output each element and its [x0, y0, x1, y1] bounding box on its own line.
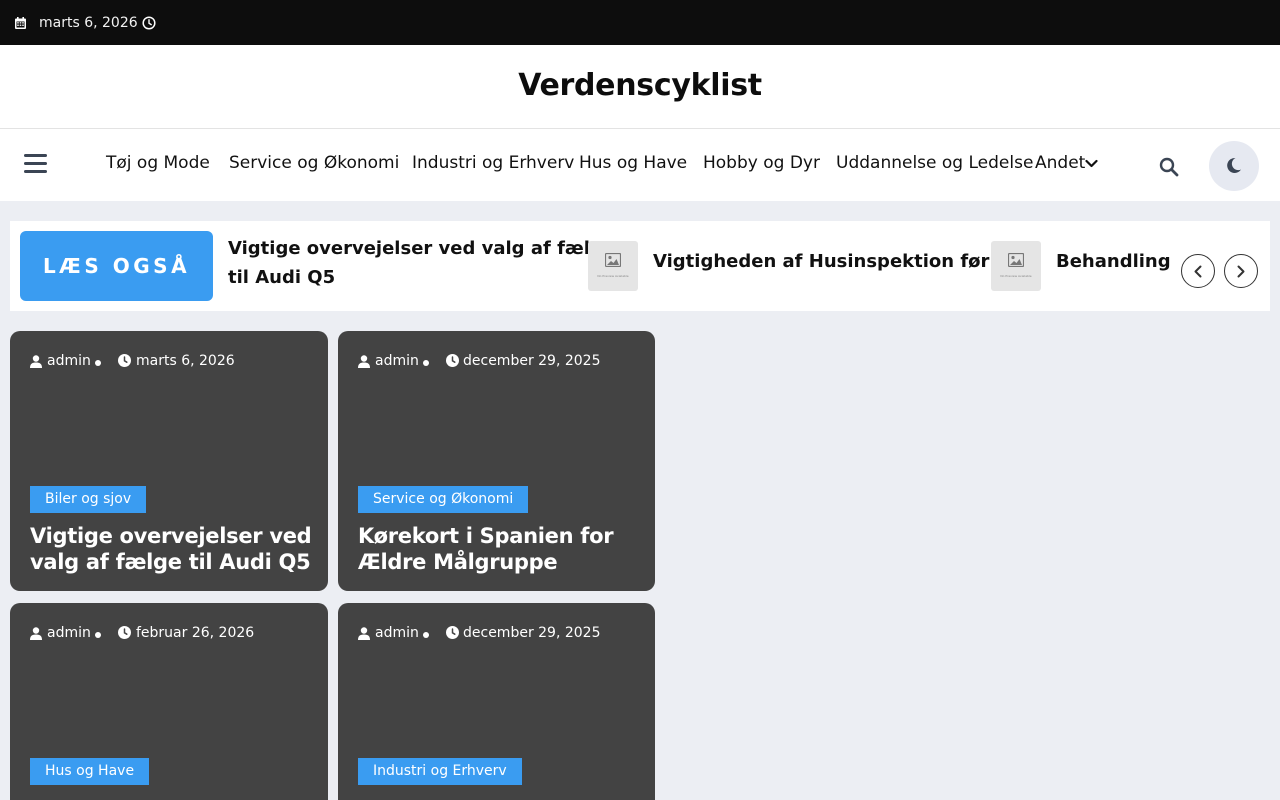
separator-dot — [423, 632, 429, 638]
ticker-item-title-line: Vigtige overvejelser ved valg af fælge — [228, 238, 616, 259]
chevron-down-icon[interactable] — [1085, 159, 1098, 169]
post-date[interactable]: februar 26, 2026 — [136, 625, 254, 641]
chevron-left-icon — [1194, 265, 1202, 278]
post-category-badge[interactable]: Service og Økonomi — [358, 486, 529, 513]
image-placeholder-icon — [1008, 253, 1024, 267]
separator-dot — [423, 360, 429, 366]
nav-item-andet[interactable]: Andet — [1035, 153, 1085, 173]
separator-dot — [95, 360, 101, 366]
chevron-right-icon — [1237, 265, 1245, 278]
post-author[interactable]: admin — [375, 625, 419, 641]
ticker-prev-button[interactable] — [1181, 254, 1215, 288]
separator-dot — [95, 632, 101, 638]
nav-item-hus-og-have[interactable]: Hus og Have — [579, 153, 687, 173]
ticker-item-thumbnail[interactable]: No Preview Available — [588, 241, 638, 291]
nav-item-uddannelse-og-ledelse[interactable]: Uddannelse og Ledelse — [836, 153, 1033, 173]
ticker-item-title[interactable]: Vigtige overvejelser ved valg af fælge t… — [228, 234, 615, 292]
user-icon — [358, 627, 370, 640]
calendar-icon — [15, 17, 26, 29]
post-title[interactable]: Vigtige overvejelser ved valg af fælge t… — [30, 523, 320, 575]
post-author[interactable]: admin — [47, 353, 91, 369]
clock-icon — [142, 16, 156, 30]
read-also-ticker: LÆS OGSÅ Vigtige overvejelser ved valg a… — [10, 221, 1270, 311]
user-icon — [30, 355, 42, 368]
post-date[interactable]: december 29, 2025 — [463, 625, 601, 641]
ticker-item-thumbnail[interactable]: No Preview Available — [991, 241, 1041, 291]
ticker-item-title[interactable]: Vigtigheden af Husinspektion før Køb — [653, 247, 1035, 276]
post-category-badge[interactable]: Biler og sjov — [30, 486, 147, 513]
clock-icon — [118, 354, 131, 367]
nav-item-service-og-okonomi[interactable]: Service og Økonomi — [229, 153, 399, 173]
clock-icon — [118, 626, 131, 639]
dark-mode-toggle[interactable] — [1209, 141, 1259, 191]
hamburger-menu-icon[interactable] — [24, 154, 47, 174]
user-icon — [30, 627, 42, 640]
post-card[interactable]: admin december 29, 2025 Service og Økono… — [338, 331, 655, 591]
ticker-item-title-line: til Audi Q5 — [228, 267, 336, 288]
post-card[interactable]: admin februar 26, 2026 Hus og Have — [10, 603, 328, 800]
user-icon — [358, 355, 370, 368]
post-author[interactable]: admin — [47, 625, 91, 641]
ticker-next-button[interactable] — [1224, 254, 1258, 288]
clock-icon — [446, 354, 459, 367]
post-category-badge[interactable]: Hus og Have — [30, 758, 150, 785]
nav-item-hobby-og-dyr[interactable]: Hobby og Dyr — [703, 153, 820, 173]
search-icon[interactable] — [1159, 157, 1179, 177]
image-placeholder-icon — [605, 253, 621, 267]
post-title[interactable]: Kørekort i Spanien for Ældre Målgruppe — [358, 523, 648, 575]
main-navigation: Tøj og Mode Service og Økonomi Industri … — [0, 129, 1280, 201]
no-preview-text: No Preview Available — [1000, 274, 1032, 278]
ticker-item-title[interactable]: Behandling af — [1056, 247, 1170, 276]
moon-icon — [1227, 157, 1241, 173]
site-header: Verdenscyklist — [0, 45, 1280, 129]
clock-icon — [446, 626, 459, 639]
post-date[interactable]: december 29, 2025 — [463, 353, 601, 369]
post-card[interactable]: admin december 29, 2025 Industri og Erhv… — [338, 603, 655, 800]
post-author[interactable]: admin — [375, 353, 419, 369]
post-card[interactable]: admin marts 6, 2026 Biler og sjov Vigtig… — [10, 331, 328, 591]
current-date: marts 6, 2026 — [39, 15, 138, 31]
site-title[interactable]: Verdenscyklist — [0, 68, 1280, 103]
top-bar: marts 6, 2026 — [0, 0, 1280, 45]
post-date[interactable]: marts 6, 2026 — [136, 353, 235, 369]
nav-item-toj-og-mode[interactable]: Tøj og Mode — [106, 153, 210, 173]
no-preview-text: No Preview Available — [597, 274, 629, 278]
read-also-label: LÆS OGSÅ — [20, 231, 213, 301]
nav-item-industri-og-erhverv[interactable]: Industri og Erhverv — [412, 153, 574, 173]
post-category-badge[interactable]: Industri og Erhverv — [358, 758, 522, 785]
